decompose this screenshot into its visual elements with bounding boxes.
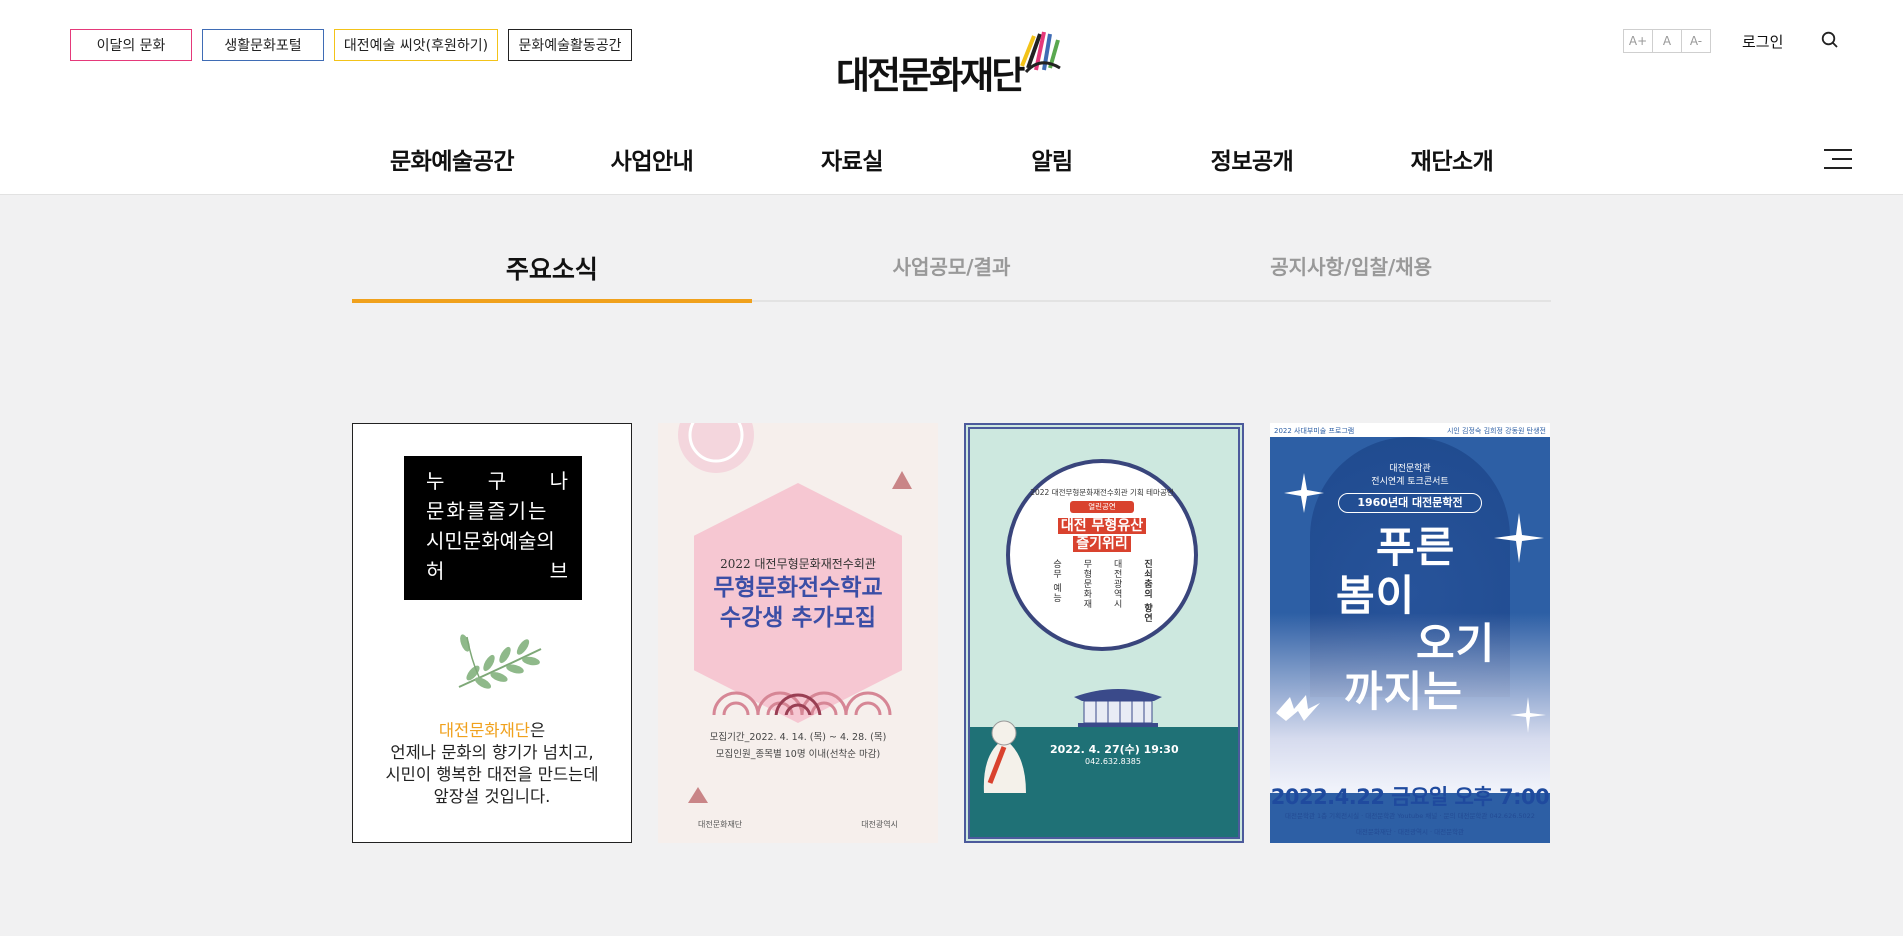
nav-info-disclosure[interactable]: 정보공개: [1152, 142, 1352, 176]
slogan-line: 시민문화예술의: [426, 529, 555, 553]
news-poster-literature-talk[interactable]: 2022 사대부미술 프로그램 시인 김정숙 김희정 강동원 탄생전 대전문학관…: [1270, 423, 1550, 843]
poster-footer: 대전문학관 1층 기획전시실 · 대전문학관 Youtube 채널 · 문의 대…: [1285, 812, 1535, 820]
triangle-icon: [892, 471, 912, 489]
poster-badge: 열린공연: [1070, 501, 1134, 513]
sparkle-icon: [1510, 697, 1546, 733]
login-link[interactable]: 로그인: [1742, 31, 1783, 52]
poster-info: 모집기간_2022. 4. 14. (목) ~ 4. 28. (목) 모집인원_…: [709, 732, 887, 760]
poster-title-line: 오기: [1416, 619, 1496, 668]
tab-notice-bid-jobs[interactable]: 공지사항/입찰/채용: [1151, 248, 1551, 300]
triangle-icon: [688, 787, 708, 803]
quick-links: 이달의 문화 생활문화포털 대전예술 씨앗(후원하기) 문화예술활동공간: [70, 29, 632, 61]
quick-link-monthly-culture[interactable]: 이달의 문화: [70, 29, 192, 61]
logo-mark-icon: [1020, 31, 1061, 74]
intro-card: 누구나 문화를즐기는 시민문화예술의 허브 대전문화재단은 언제나 문화의 향기…: [352, 423, 632, 843]
news-poster-traditional-school[interactable]: 2022 대전무형문화재전수회관 무형문화전수학교 수강생 추가모집 모집기간_…: [658, 423, 938, 843]
poster-subtitle: 2022 대전무형문화재전수회관: [720, 557, 876, 571]
foundation-name: 대전문화재단: [438, 721, 530, 740]
poster-title-line: 까지는: [1344, 667, 1463, 716]
poster-title-line: 푸른: [1376, 523, 1456, 572]
sparkle-icon: [1284, 473, 1324, 513]
font-size-default-button[interactable]: A: [1652, 29, 1682, 53]
nav-archive[interactable]: 자료실: [752, 142, 952, 176]
intro-description: 대전문화재단은 언제나 문화의 향기가 넘치고, 시민이 행복한 대전을 만드는…: [385, 721, 599, 806]
font-size-increase-button[interactable]: A+: [1623, 29, 1653, 53]
poster-vertical-text: 승무 예능 무형문화재 대전광역시 진쇠춤의 향연: [1051, 559, 1152, 624]
search-icon[interactable]: [1820, 30, 1840, 50]
font-size-decrease-button[interactable]: A-: [1681, 29, 1711, 53]
olive-branch-icon: [458, 634, 542, 689]
slogan-line: 허브: [426, 559, 568, 583]
quick-link-art-seed-donate[interactable]: 대전예술 씨앗(후원하기): [334, 29, 498, 61]
news-cards: 누구나 문화를즐기는 시민문화예술의 허브 대전문화재단은 언제나 문화의 향기…: [352, 423, 1550, 843]
poster-title: 대전 무형유산 즐기위리: [1030, 517, 1174, 553]
hamburger-menu-icon[interactable]: [1824, 149, 1852, 171]
poster-logos: 대전문화재단 · 대전광역시 · 대전문학관: [1355, 828, 1465, 836]
nav-culture-space[interactable]: 문화예술공간: [352, 142, 552, 176]
poster-date: 2022. 4. 27(수) 19:30: [1050, 743, 1179, 756]
poster-title: 무형문화전수학교 수강생 추가모집: [713, 575, 883, 631]
news-poster-intangible-heritage[interactable]: 2022 대전무형문화재전수회관 기획 테마공연 열린공연 대전 무형유산 즐기…: [964, 423, 1244, 843]
slogan-box: 누구나 문화를즐기는 시민문화예술의 허브: [404, 456, 582, 600]
font-size-controls: A+ A A-: [1623, 29, 1711, 53]
hanok-building-icon: [1074, 689, 1162, 729]
slogan-line: 문화를즐기는: [426, 499, 549, 523]
slogan-line: 누구나: [426, 469, 568, 493]
dancer-figure-icon: [983, 720, 1026, 793]
quick-link-art-space[interactable]: 문화예술활동공간: [508, 29, 632, 61]
poster-footer: 대전문화재단 대전광역시: [698, 820, 898, 829]
poster-title-line: 봄이: [1336, 571, 1416, 620]
tab-main-news[interactable]: 주요소식: [352, 248, 752, 303]
tab-business-results[interactable]: 사업공모/결과: [752, 248, 1152, 300]
nav-notice[interactable]: 알림: [952, 142, 1152, 176]
poster-tel: 042.632.8385: [1085, 757, 1141, 766]
decor-circle-icon: [678, 423, 754, 473]
news-tabs: 주요소식 사업공모/결과 공지사항/입찰/채용: [352, 248, 1551, 303]
poster-pill-label: 1960년대 대전문학전: [1338, 493, 1482, 513]
poster-organizer: 2022 대전무형문화재전수회관 기획 테마공연: [1030, 488, 1174, 497]
poster-date: 2022.4.22 금요일 오후 7:00: [1270, 785, 1550, 809]
main-navigation: 문화예술공간 사업안내 자료실 알림 정보공개 재단소개: [352, 142, 1552, 176]
wave-pattern-icon: [712, 691, 892, 715]
site-logo[interactable]: 대전문화재단: [836, 26, 1068, 96]
nav-about-foundation[interactable]: 재단소개: [1352, 142, 1552, 176]
poster-top-bar: 2022 사대부미술 프로그램 시인 김정숙 김희정 강동원 탄생전: [1270, 423, 1550, 437]
site-header: 이달의 문화 생활문화포털 대전예술 씨앗(후원하기) 문화예술활동공간 대전문…: [0, 0, 1903, 195]
sparkle-icon: [1494, 513, 1544, 563]
bird-icon: [1276, 695, 1320, 721]
logo-text: 대전문화재단: [836, 54, 1025, 97]
quick-link-culture-portal[interactable]: 생활문화포털: [202, 29, 324, 61]
nav-business-guide[interactable]: 사업안내: [552, 142, 752, 176]
